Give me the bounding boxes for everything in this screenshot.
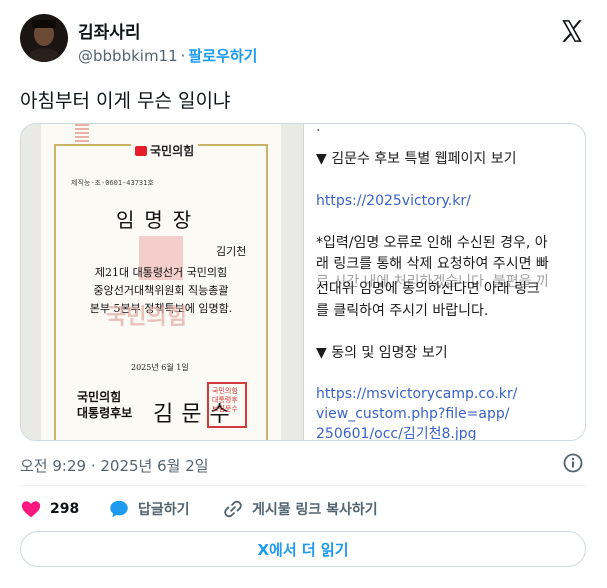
- message-heading-webpage: ▼ 김문수 후보 특별 웹페이지 보기: [316, 151, 517, 167]
- follow-button[interactable]: 팔로우하기: [188, 47, 257, 65]
- message-top-partial: .: [316, 123, 321, 135]
- speech-bubble-icon: [110, 500, 128, 518]
- document-body-line: 제21대 대통령선거 국민의힘: [94, 266, 228, 279]
- document-person-name: 김기천: [216, 245, 247, 258]
- heart-icon: [21, 501, 41, 518]
- reply-label: 답글하기: [138, 502, 190, 518]
- author-handle[interactable]: @bbbbkim11: [78, 47, 178, 65]
- document-title: 임명장: [116, 208, 202, 232]
- signer-org-line: 대통령후보: [77, 406, 133, 420]
- x-logo-icon[interactable]: [559, 18, 585, 44]
- document-watermark: 국민의힘: [106, 305, 187, 330]
- copy-link-button[interactable]: 게시물 링크 복사하기: [222, 497, 378, 521]
- document-body-line: 중앙선거대책위원회 직능총괄: [93, 284, 229, 297]
- author-name[interactable]: 김좌사리: [78, 18, 141, 43]
- tweet-text: 아침부터 이게 무슨 일이냐: [20, 90, 231, 112]
- media-card[interactable]: 국민의힘 제직능-조-0601-43731호 임명장 김기천 제21대 대통령선…: [20, 123, 586, 441]
- message-link-camp: view_custom.php?file=app/: [316, 406, 510, 422]
- message-screenshot-image[interactable]: . ▼ 김문수 후보 특별 웹페이지 보기 https://2025victor…: [304, 123, 585, 441]
- message-notice-line: 래 링크를 통해 삭제 요청하여 주시면 빠: [316, 256, 549, 272]
- message-notice-line: *입력/임명 오류로 인해 수신된 경우, 아: [316, 235, 548, 251]
- document-serial: 제직능-조-0601-43731호: [71, 179, 154, 187]
- document-signer-org: 국민의힘 대통령후보: [77, 389, 132, 421]
- read-more-on-x-button[interactable]: X에서 더 읽기: [20, 531, 586, 567]
- signer-org-line: 국민의힘: [77, 390, 122, 404]
- author-handle-row: @bbbbkim11 · 팔로우하기: [78, 45, 257, 66]
- message-link-camp: https://msvictorycamp.co.kr/: [316, 386, 518, 402]
- message-link-victory: https://2025victory.kr/: [316, 193, 471, 209]
- document-date: 2025년 6월 1일: [131, 363, 189, 372]
- avatar[interactable]: [20, 14, 68, 62]
- like-button[interactable]: 298: [20, 497, 79, 521]
- tweet-timestamp[interactable]: 오전 9:29 · 2025년 6월 2일: [20, 455, 209, 476]
- official-seal: 국민의힘대통령후보김문수: [207, 382, 247, 428]
- info-icon[interactable]: [563, 453, 583, 473]
- link-icon: [224, 500, 242, 518]
- divider: [20, 485, 586, 486]
- likes-count: 298: [50, 501, 80, 517]
- message-heading-consent: ▼ 동의 및 임명장 보기: [316, 345, 448, 361]
- copy-link-label: 게시물 링크 복사하기: [252, 502, 378, 518]
- appointment-document-image[interactable]: 국민의힘 제직능-조-0601-43731호 임명장 김기천 제21대 대통령선…: [21, 124, 304, 440]
- message-notice-line: 선대위 임명에 동의하신다면 아래 링크: [316, 281, 540, 297]
- party-logo-mark-icon: [135, 145, 147, 156]
- message-notice-line: 를 클릭하여 주시기 바랍니다.: [316, 303, 489, 319]
- tweet-embed: 김좌사리 @bbbbkim11 · 팔로우하기 아침부터 이게 무슨 일이냐 국민의…: [0, 0, 607, 588]
- party-logo-text: 국민의힘: [150, 144, 195, 158]
- separator: ·: [180, 47, 186, 65]
- message-link-camp: 250601/occ/김기천8.jpg: [316, 426, 477, 441]
- reply-button[interactable]: 답글하기: [108, 497, 190, 521]
- party-logo: 국민의힘: [131, 142, 199, 159]
- document-stamp-strip: [75, 124, 89, 146]
